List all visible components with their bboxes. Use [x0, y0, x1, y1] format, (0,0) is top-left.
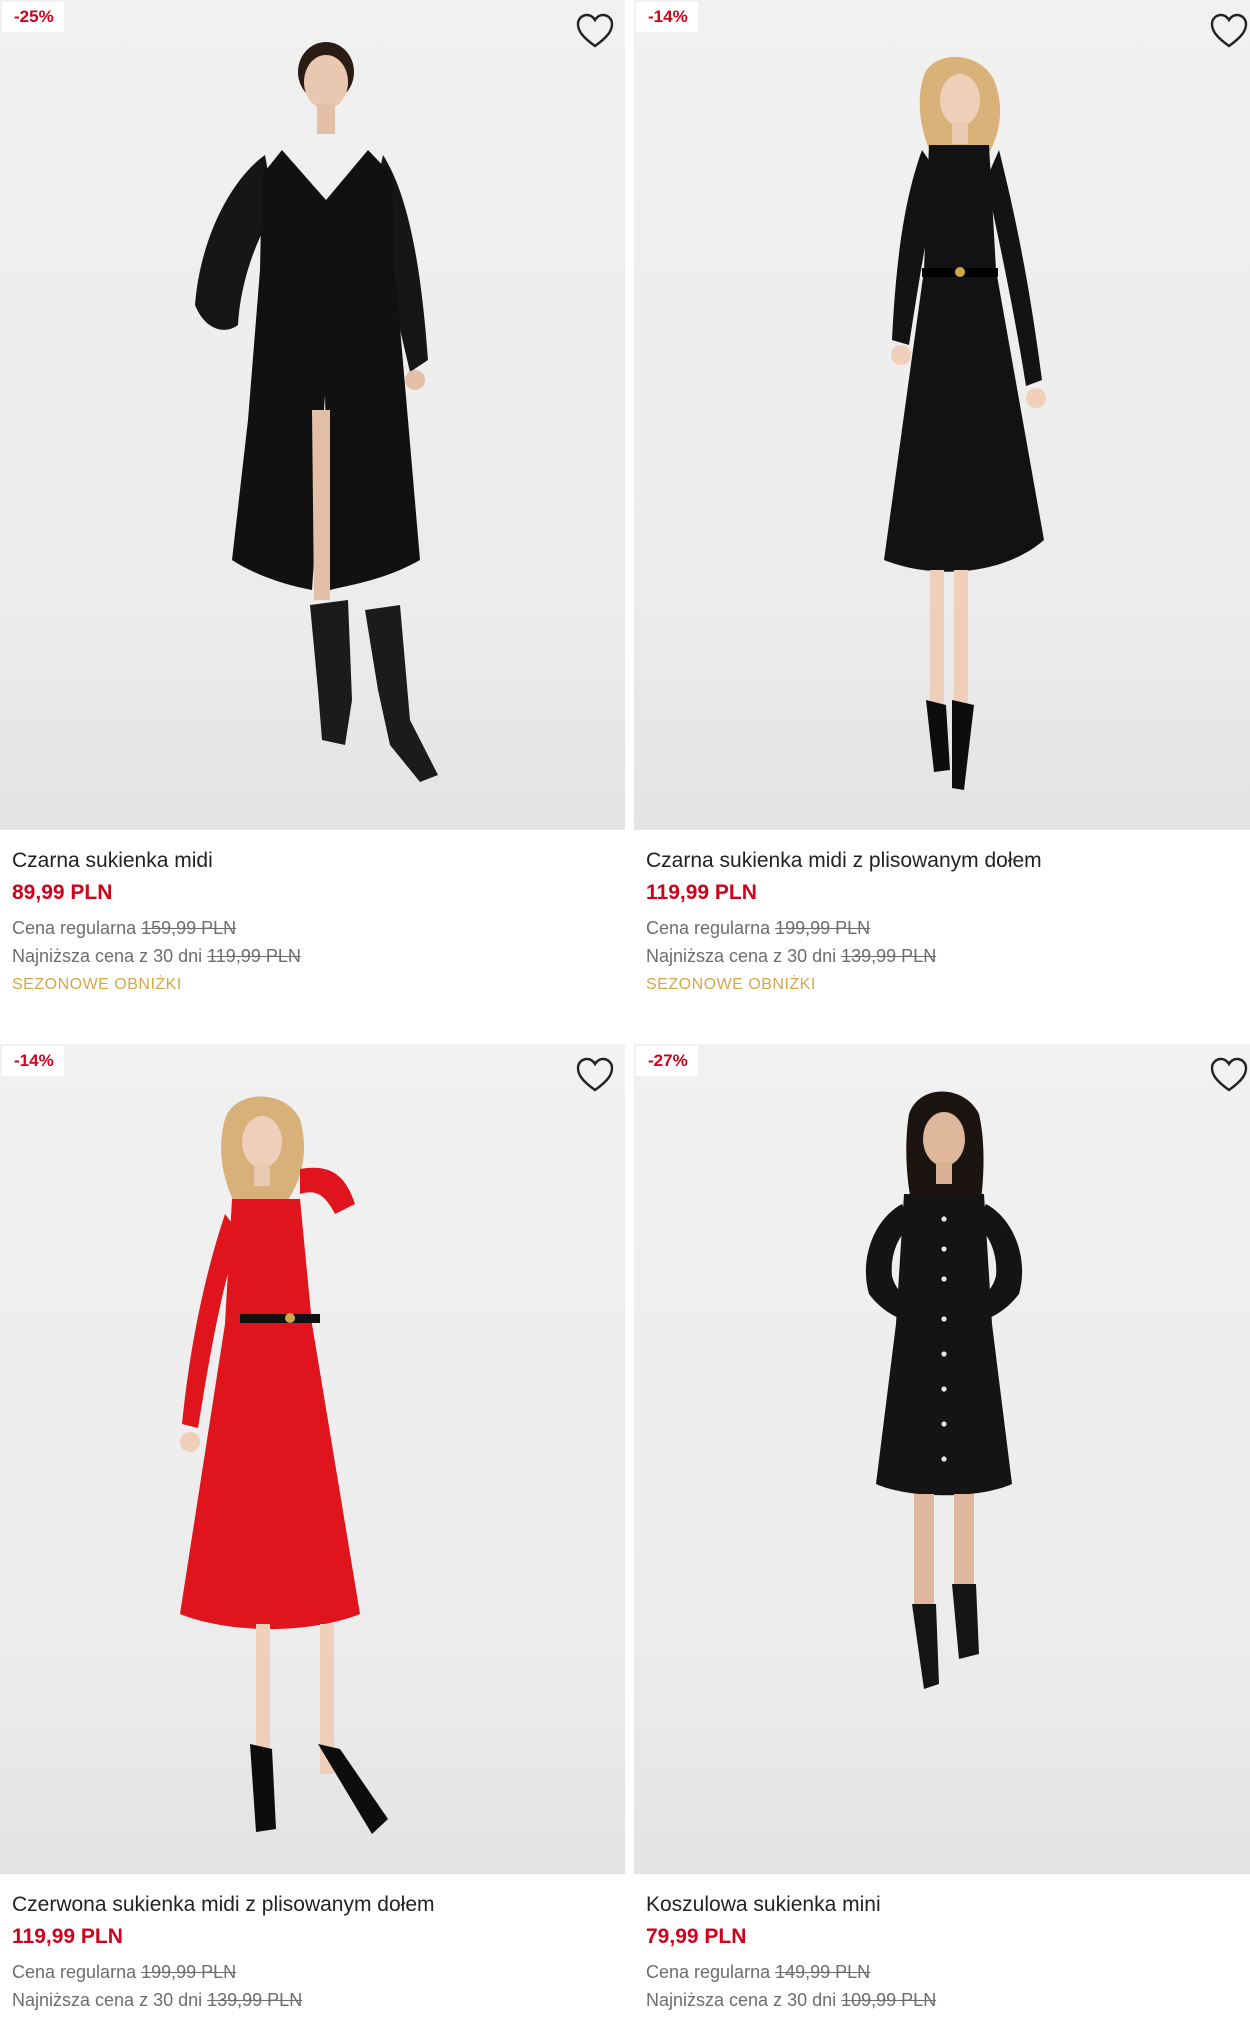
lowest-price-value: 139,99 PLN	[207, 1990, 303, 2010]
product-card[interactable]: -25% Czarna sukienka midi 89,99 PLN Cena…	[0, 0, 625, 994]
product-info: Koszulowa sukienka mini 79,99 PLN Cena r…	[634, 1874, 1250, 2014]
lowest-price-label: Najniższa cena z 30 dni	[646, 1990, 837, 2010]
heart-icon[interactable]	[1209, 1056, 1249, 1096]
lowest-price-label: Najniższa cena z 30 dni	[12, 1990, 203, 2010]
heart-icon[interactable]	[1209, 12, 1249, 52]
product-price: 79,99 PLN	[646, 1925, 747, 1948]
product-card[interactable]: -14% Czerwona sukienka midi z plisowanym…	[0, 1044, 625, 2014]
lowest-price-row: Najniższa cena z 30 dni 139,99 PLN	[646, 942, 1247, 970]
lowest-price-value: 119,99 PLN	[207, 946, 301, 966]
regular-price-value: 159,99 PLN	[141, 918, 237, 938]
product-price: 119,99 PLN	[646, 881, 757, 904]
product-image[interactable]: -14%	[0, 1044, 625, 1874]
product-name[interactable]: Czarna sukienka midi z plisowanym dołem	[646, 848, 1247, 874]
discount-badge: -27%	[636, 1046, 698, 1076]
seasonal-sale-tag: SEZONOWE OBNIŻKI	[646, 976, 816, 993]
product-name[interactable]: Koszulowa sukienka mini	[646, 1892, 1247, 1918]
product-image[interactable]: -27%	[634, 1044, 1250, 1874]
product-name[interactable]: Czarna sukienka midi	[12, 848, 613, 874]
product-image[interactable]: -14%	[634, 0, 1250, 830]
regular-price-row: Cena regularna 159,99 PLN	[12, 914, 613, 942]
regular-price-label: Cena regularna	[12, 1962, 137, 1982]
product-card[interactable]: -27% Koszulowa sukienka mini 79,99 PLN C…	[634, 1044, 1250, 2014]
regular-price-row: Cena regularna 199,99 PLN	[12, 1958, 613, 1986]
seasonal-sale-tag: SEZONOWE OBNIŻKI	[12, 976, 182, 993]
lowest-price-value: 109,99 PLN	[841, 1990, 937, 2010]
product-info: Czarna sukienka midi z plisowanym dołem …	[634, 830, 1250, 994]
lowest-price-value: 139,99 PLN	[841, 946, 937, 966]
regular-price-label: Cena regularna	[12, 918, 137, 938]
model-black-pleated-midi-dress-image	[884, 56, 1046, 790]
regular-price-value: 199,99 PLN	[775, 918, 871, 938]
product-grid: -25% Czarna sukienka midi 89,99 PLN Cena…	[0, 0, 1250, 2017]
lowest-price-label: Najniższa cena z 30 dni	[12, 946, 203, 966]
heart-icon[interactable]	[575, 1056, 615, 1096]
lowest-price-row: Najniższa cena z 30 dni 109,99 PLN	[646, 1986, 1247, 2014]
product-price: 89,99 PLN	[12, 881, 113, 904]
heart-icon[interactable]	[575, 12, 615, 52]
product-name[interactable]: Czerwona sukienka midi z plisowanym dołe…	[12, 1892, 613, 1918]
model-black-shirt-mini-dress-image	[865, 1091, 1023, 1689]
lowest-price-row: Najniższa cena z 30 dni 119,99 PLN	[12, 942, 613, 970]
product-info: Czerwona sukienka midi z plisowanym dołe…	[0, 1874, 625, 2014]
discount-badge: -25%	[2, 2, 64, 32]
product-image[interactable]: -25%	[0, 0, 625, 830]
discount-badge: -14%	[2, 1046, 64, 1076]
product-info: Czarna sukienka midi 89,99 PLN Cena regu…	[0, 830, 625, 994]
discount-badge: -14%	[636, 2, 698, 32]
regular-price-row: Cena regularna 149,99 PLN	[646, 1958, 1247, 1986]
lowest-price-row: Najniższa cena z 30 dni 139,99 PLN	[12, 1986, 613, 2014]
regular-price-value: 199,99 PLN	[141, 1962, 237, 1982]
regular-price-row: Cena regularna 199,99 PLN	[646, 914, 1247, 942]
regular-price-label: Cena regularna	[646, 918, 771, 938]
model-black-midi-dress-image	[195, 42, 438, 782]
product-price: 119,99 PLN	[12, 1925, 123, 1948]
lowest-price-label: Najniższa cena z 30 dni	[646, 946, 837, 966]
product-card[interactable]: -14% Czarna sukienka midi z plisowanym d…	[634, 0, 1250, 994]
model-red-pleated-midi-dress-image	[180, 1096, 388, 1834]
regular-price-label: Cena regularna	[646, 1962, 771, 1982]
regular-price-value: 149,99 PLN	[775, 1962, 871, 1982]
